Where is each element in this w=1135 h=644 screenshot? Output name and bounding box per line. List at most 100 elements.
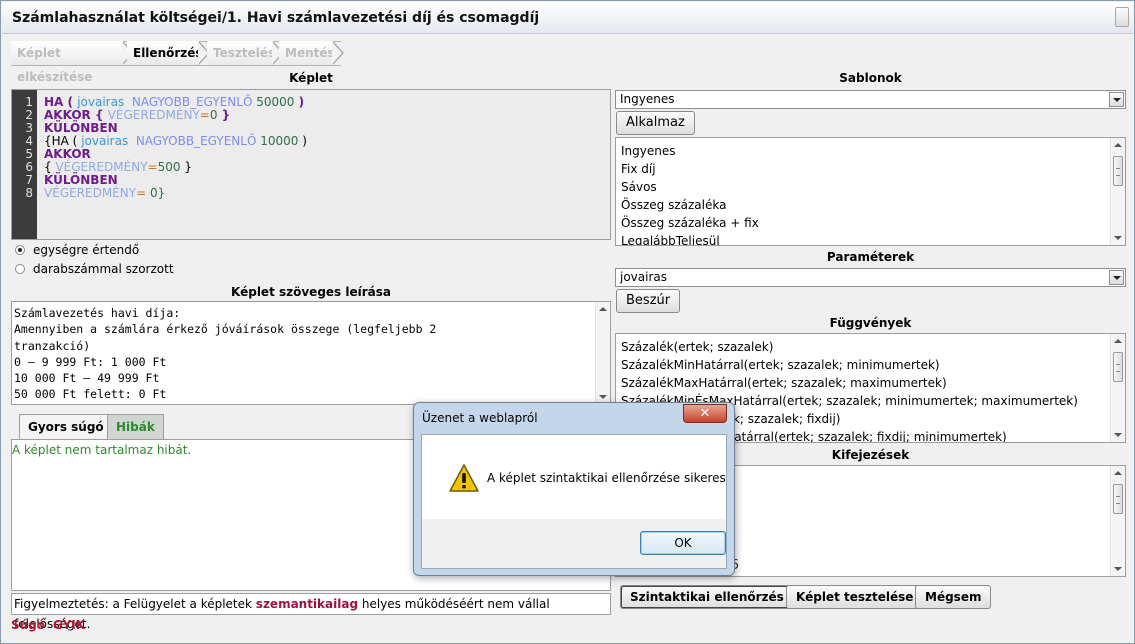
step-label: Ellenőrzés: [133, 46, 203, 60]
scroll-thumb[interactable]: [1113, 156, 1123, 186]
dialog-message: A képlet szintaktikai ellenőrzése sikere…: [487, 471, 726, 485]
code-token: AKKOR: [44, 147, 91, 161]
warning-highlight: szemantikailag: [255, 597, 359, 611]
help-link[interactable]: Súgó: [11, 618, 45, 632]
list-item[interactable]: Sávos: [621, 178, 759, 196]
templates-selected: Ingyenes: [620, 92, 675, 106]
syntax-check-button[interactable]: Szintaktikai ellenőrzés: [620, 585, 794, 609]
tab-hibak[interactable]: Hibák: [107, 414, 164, 440]
code-token: NAGYOBB_EGYENLŐ: [124, 95, 257, 109]
templates-items: Ingyenes Fix díj Sávos Összeg százaléka Össz…: [621, 142, 759, 245]
line-number: 8: [25, 186, 33, 200]
step-keplet-elkeszitese[interactable]: Képlet elkészítése: [11, 41, 134, 84]
chevron-down-icon[interactable]: [1109, 92, 1124, 107]
list-item[interactable]: SzázalékMaxHatárral(ertek; szazalek; max…: [621, 374, 1078, 392]
code-token: =: [136, 186, 147, 200]
radio-dot[interactable]: [15, 245, 25, 255]
radio-per-unit[interactable]: egységre értendő: [15, 243, 139, 257]
code-token: KÜLÖNBEN: [44, 121, 118, 135]
code-token: KÜLÖNBEN: [44, 173, 118, 187]
step-teszteles[interactable]: Tesztelés: [207, 41, 284, 65]
scroll-up-icon[interactable]: [1114, 143, 1122, 147]
description-textarea[interactable]: Számlavezetés havi díja: Amennyiben a sz…: [11, 301, 611, 405]
expressions-scrollbar[interactable]: [1110, 466, 1125, 576]
page-scrollbar[interactable]: [1115, 7, 1129, 27]
dialog-body: A képlet szintaktikai ellenőrzése sikere…: [421, 434, 727, 519]
radio-label: egységre értendő: [33, 243, 140, 257]
description-scrollbar[interactable]: [595, 302, 610, 404]
list-item[interactable]: Ingyenes: [621, 142, 759, 160]
code-token: 500: [157, 160, 181, 174]
functions-title: Függvények: [829, 316, 912, 330]
scroll-down-icon[interactable]: [1114, 567, 1122, 571]
formula-code[interactable]: HA ( jovairas NAGYOBB_EGYENLŐ 50000 ) AKK…: [44, 96, 307, 200]
list-item[interactable]: SzázalékMinHatárral(ertek; szazalek; min…: [621, 356, 1078, 374]
parameters-selected: jovairas: [620, 270, 668, 284]
scroll-down-icon[interactable]: [1114, 236, 1122, 240]
code-token: VÉGEREDMÉNY: [55, 160, 148, 174]
description-title: Képlet szöveges leírása: [231, 285, 391, 299]
radio-multiplied[interactable]: darabszámmal szorzott: [15, 262, 174, 276]
templates-title: Sablonok: [839, 71, 902, 85]
scroll-thumb[interactable]: [1113, 352, 1123, 382]
code-line: VÉGEREDMÉNY= 0}: [44, 187, 307, 200]
title-bar: Számlahasználat költségei/1. Havi számla…: [2, 2, 1133, 34]
scroll-down-icon[interactable]: [1114, 433, 1122, 437]
code-token: jovairas: [77, 95, 125, 109]
cancel-button[interactable]: Mégsem: [915, 585, 992, 609]
footer-links: Súgó GYIK: [11, 618, 93, 632]
scroll-up-icon[interactable]: [599, 307, 607, 311]
code-token: 0}: [146, 186, 166, 200]
parameters-select[interactable]: jovairas: [615, 268, 1126, 287]
warning-icon: [449, 464, 479, 492]
scroll-up-icon[interactable]: [1114, 339, 1122, 343]
radio-dot[interactable]: [15, 264, 25, 274]
code-token: }: [217, 108, 231, 122]
scroll-thumb[interactable]: [1113, 484, 1123, 514]
code-token: ): [294, 95, 305, 109]
test-formula-button[interactable]: Képlet tesztelése: [786, 585, 924, 609]
list-item[interactable]: Összeg százaléka + fix: [621, 214, 759, 232]
formula-editor[interactable]: 12345678 HA ( jovairas NAGYOBB_EGYENLŐ 5…: [11, 89, 611, 240]
code-token: }: [180, 160, 192, 174]
code-token: =: [199, 108, 210, 122]
warning-bar: Figyelmeztetés: a Felügyelet a képletek …: [11, 593, 611, 631]
code-token: (: [63, 95, 78, 109]
scroll-up-icon[interactable]: [1114, 471, 1122, 475]
step-mentes[interactable]: Mentés: [279, 41, 344, 65]
code-token: ): [298, 134, 307, 148]
step-label: Mentés: [285, 46, 335, 60]
list-item[interactable]: Összeg százaléka: [621, 196, 759, 214]
warning-prefix: Figyelmeztetés: a Felügyelet a képletek: [14, 597, 256, 611]
apply-button[interactable]: Alkalmaz: [616, 111, 695, 135]
templates-list[interactable]: Ingyenes Fix díj Sávos Összeg százaléka Össz…: [615, 137, 1126, 246]
code-token: 50000: [256, 95, 295, 109]
step-ellenorzes[interactable]: Ellenőrzés: [127, 41, 210, 65]
ok-button[interactable]: OK: [640, 531, 726, 555]
code-token: 10000: [260, 134, 299, 148]
errors-message: A képlet nem tartalmaz hibát.: [12, 443, 192, 457]
code-token: {HA (: [44, 134, 82, 148]
chevron-down-icon[interactable]: [1109, 270, 1124, 285]
app-window: Számlahasználat költségei/1. Havi számla…: [0, 0, 1135, 644]
list-item[interactable]: LegalábbTeljesül: [621, 232, 759, 245]
code-token: jovairas: [81, 134, 129, 148]
list-item[interactable]: Fix díj: [621, 160, 759, 178]
code-token: VÉGEREDMÉNY: [107, 108, 200, 122]
line-number-gutter: 12345678: [12, 90, 37, 239]
code-token: {: [90, 108, 108, 122]
radio-label: darabszámmal szorzott: [33, 262, 174, 276]
faq-link[interactable]: GYIK: [53, 618, 85, 632]
formula-title: Képlet: [289, 71, 333, 85]
insert-button[interactable]: Beszúr: [616, 289, 681, 313]
dialog-footer: OK: [421, 519, 727, 569]
code-token: HA: [44, 95, 64, 109]
code-token: AKKOR: [44, 108, 91, 122]
close-icon[interactable]: ✕: [683, 404, 727, 423]
scroll-down-icon[interactable]: [599, 395, 607, 399]
tab-gyors-sugo[interactable]: Gyors súgó: [19, 414, 113, 440]
list-item[interactable]: Százalék(ertek; szazalek): [621, 338, 1078, 356]
templates-select[interactable]: Ingyenes: [615, 90, 1126, 109]
templates-scrollbar[interactable]: [1110, 138, 1125, 245]
functions-scrollbar[interactable]: [1110, 334, 1125, 442]
